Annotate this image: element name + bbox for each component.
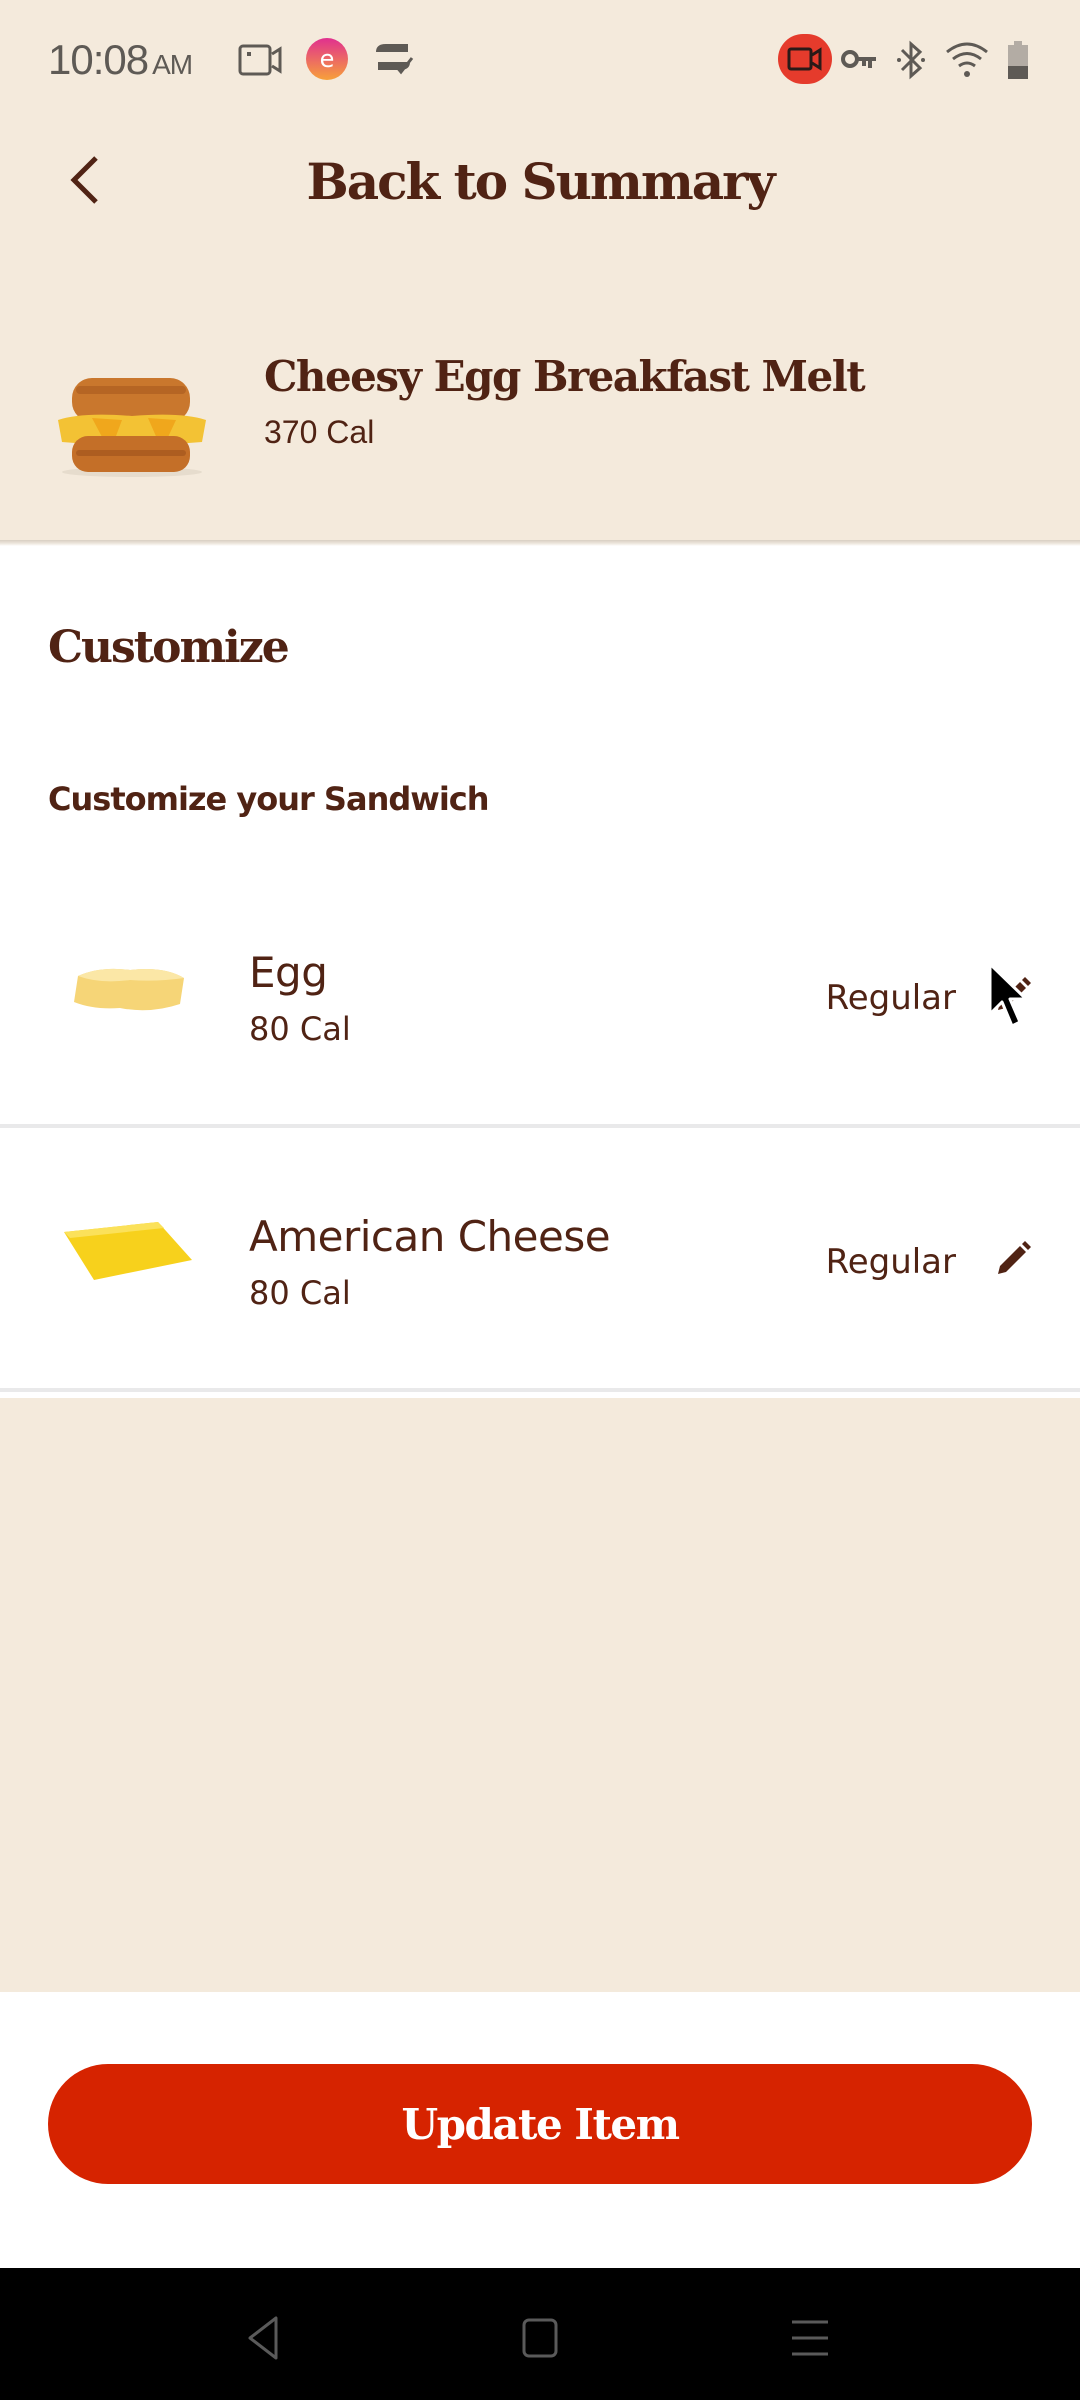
customize-subtitle: Customize your Sandwich [48,780,490,818]
edit-egg-button[interactable] [990,974,1034,1018]
pencil-icon [998,977,1031,1010]
update-item-button[interactable]: Update Item [48,2064,1032,2184]
item-calories: 80 Cal [249,1274,351,1312]
battery-icon [1008,41,1028,79]
recording-indicator-icon [778,34,832,84]
screen-record-icon [238,44,282,76]
page-title[interactable]: Back to Summary [0,152,1080,211]
status-bar: 10:08 AM e [0,0,1080,120]
nav-home-button[interactable] [510,2308,570,2368]
system-nav-bar [0,2268,1080,2400]
home-nav-icon [522,2318,558,2358]
recents-nav-icon [792,2320,828,2356]
item-size: Regular [825,978,956,1018]
cheese-image [64,1222,192,1280]
vpn-key-icon [841,50,876,68]
footer: Update Item [0,1992,1080,2268]
header: Back to Summary [0,120,1080,240]
edit-american-cheese-button[interactable] [990,1238,1034,1282]
svg-text:e: e [320,45,335,73]
product-summary: Cheesy Egg Breakfast Melt 370 Cal [0,330,1080,540]
list-item-american-cheese[interactable]: American Cheese 80 Cal Regular [0,1128,1080,1392]
status-time-ampm: AM [152,49,193,80]
list-item-egg[interactable]: Egg 80 Cal Regular [0,864,1080,1128]
product-calories: 370 Cal [264,414,375,450]
nav-recents-button[interactable] [780,2308,840,2368]
wifi-icon [946,42,988,77]
item-name: Egg [249,948,328,997]
app-notification-icon: e [306,38,348,80]
empty-area [0,1398,1080,1992]
back-nav-icon [248,2316,278,2360]
item-calories: 80 Cal [249,1010,351,1048]
item-size: Regular [825,1242,956,1282]
bluetooth-icon [897,40,925,80]
row-divider [0,1388,1080,1392]
status-time-value: 10:08 [48,36,149,83]
sandwich-image [58,378,206,477]
status-time: 10:08 AM [48,36,193,84]
sync-check-icon [376,44,414,75]
product-name: Cheesy Egg Breakfast Melt [264,352,866,401]
customize-panel: Customize Customize your Sandwich Egg 80… [0,546,1080,1398]
egg-image [74,968,184,1011]
pencil-icon [998,1241,1031,1274]
customize-title: Customize [48,622,290,673]
nav-back-button[interactable] [236,2308,296,2368]
item-name: American Cheese [249,1212,611,1261]
